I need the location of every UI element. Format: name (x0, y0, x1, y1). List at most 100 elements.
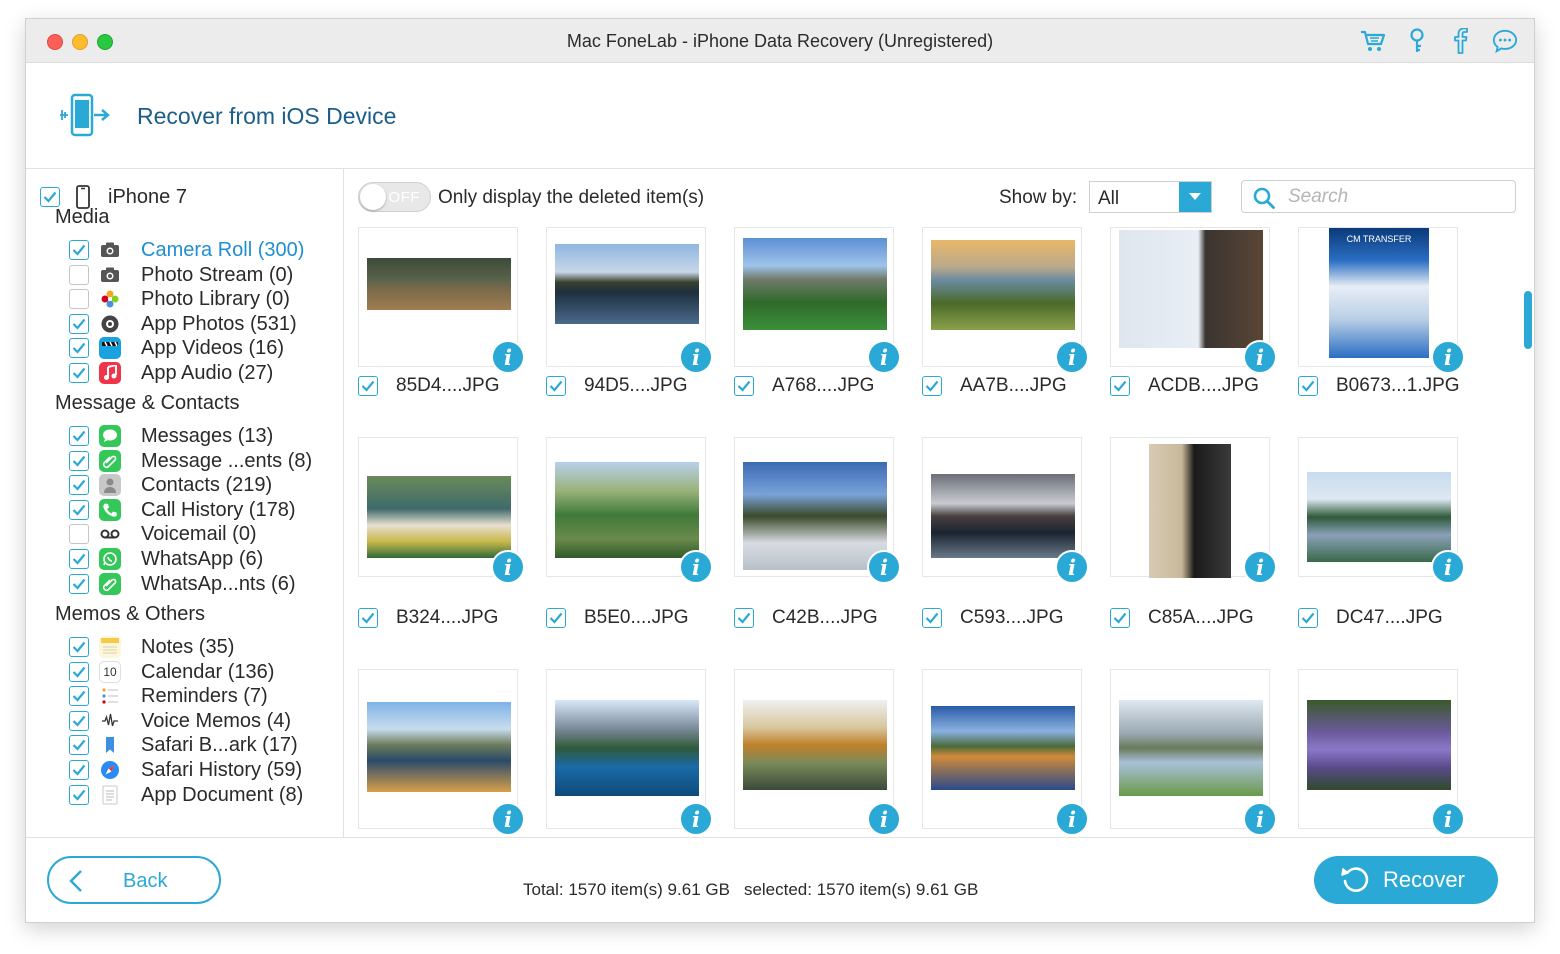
category-checkbox[interactable] (69, 363, 89, 383)
info-icon[interactable]: i (1243, 340, 1277, 374)
grid-scrollbar[interactable] (1524, 291, 1532, 349)
photo-tile[interactable]: i (734, 227, 901, 374)
facebook-icon[interactable] (1448, 27, 1474, 55)
photo-tile[interactable]: i (922, 669, 1089, 836)
category-item[interactable]: App Videos (16) (69, 336, 284, 360)
category-checkbox[interactable] (69, 240, 89, 260)
photo-tile[interactable]: i (1110, 227, 1277, 374)
photo-tile[interactable]: i (546, 227, 713, 374)
category-checkbox[interactable] (69, 289, 89, 309)
info-icon[interactable]: i (679, 550, 713, 584)
chat-icon[interactable] (1492, 27, 1518, 55)
photo-tile[interactable]: i (358, 227, 525, 374)
photo-tile[interactable]: i (734, 669, 901, 836)
photo-tile[interactable]: i (546, 437, 713, 584)
category-checkbox[interactable] (69, 524, 89, 544)
photo-checkbox[interactable] (358, 608, 378, 628)
category-item[interactable]: 10 Calendar (136) (69, 660, 274, 684)
info-icon[interactable]: i (679, 340, 713, 374)
cart-icon[interactable] (1360, 27, 1386, 55)
category-item[interactable]: Safari History (59) (69, 758, 302, 782)
info-icon[interactable]: i (491, 340, 525, 374)
photo-checkbox[interactable] (734, 608, 754, 628)
photo-tile[interactable]: i (1298, 437, 1465, 584)
category-checkbox[interactable] (69, 711, 89, 731)
category-item[interactable]: Voicemail (0) (69, 522, 257, 546)
category-item[interactable]: Safari B...ark (17) (69, 733, 298, 757)
photo-checkbox[interactable] (546, 608, 566, 628)
category-item[interactable]: Call History (178) (69, 498, 295, 522)
category-item[interactable]: WhatsApp (6) (69, 547, 263, 571)
chevron-down-icon[interactable] (1179, 182, 1211, 212)
category-checkbox[interactable] (69, 426, 89, 446)
category-checkbox[interactable] (69, 314, 89, 334)
category-item[interactable]: Camera Roll (300) (69, 238, 304, 262)
back-button[interactable]: Back (47, 856, 221, 904)
info-icon[interactable]: i (867, 550, 901, 584)
info-icon[interactable]: i (491, 802, 525, 836)
photo-checkbox[interactable] (922, 608, 942, 628)
photo-tile[interactable]: i (1110, 669, 1277, 836)
photo-tile[interactable]: i (358, 669, 525, 836)
category-item[interactable]: App Photos (531) (69, 312, 297, 336)
category-item[interactable]: Reminders (7) (69, 684, 268, 708)
category-checkbox[interactable] (69, 451, 89, 471)
info-icon[interactable]: i (867, 802, 901, 836)
photo-checkbox[interactable] (546, 376, 566, 396)
search-input[interactable] (1288, 185, 1498, 209)
info-icon[interactable]: i (867, 340, 901, 374)
category-checkbox[interactable] (69, 265, 89, 285)
photo-checkbox[interactable] (1298, 376, 1318, 396)
info-icon[interactable]: i (679, 802, 713, 836)
recover-button[interactable]: Recover (1314, 856, 1498, 904)
photo-checkbox[interactable] (1298, 608, 1318, 628)
category-checkbox[interactable] (69, 637, 89, 657)
info-icon[interactable]: i (1055, 340, 1089, 374)
category-item[interactable]: App Document (8) (69, 783, 303, 807)
info-icon[interactable]: i (1055, 550, 1089, 584)
category-checkbox[interactable] (69, 500, 89, 520)
info-icon[interactable]: i (1431, 550, 1465, 584)
search-box[interactable] (1241, 180, 1516, 213)
photo-tile[interactable]: i (1298, 669, 1465, 836)
photo-checkbox[interactable] (1110, 376, 1130, 396)
photo-tile[interactable]: i (1110, 437, 1277, 584)
info-icon[interactable]: i (1243, 802, 1277, 836)
category-checkbox[interactable] (69, 574, 89, 594)
photo-checkbox[interactable] (358, 376, 378, 396)
category-item[interactable]: Messages (13) (69, 424, 273, 448)
category-checkbox[interactable] (69, 760, 89, 780)
photo-tile[interactable]: i (546, 669, 713, 836)
category-checkbox[interactable] (69, 549, 89, 569)
category-item[interactable]: Photo Library (0) (69, 287, 290, 311)
info-icon[interactable]: i (1431, 340, 1465, 374)
category-item[interactable]: Contacts (219) (69, 473, 272, 497)
device-checkbox[interactable] (40, 187, 60, 207)
key-icon[interactable] (1404, 27, 1430, 55)
info-icon[interactable]: i (1055, 802, 1089, 836)
category-checkbox[interactable] (69, 785, 89, 805)
category-checkbox[interactable] (69, 662, 89, 682)
info-icon[interactable]: i (1243, 550, 1277, 584)
photo-tile[interactable]: i (922, 227, 1089, 374)
show-by-dropdown[interactable]: All (1089, 181, 1212, 213)
category-item[interactable]: Photo Stream (0) (69, 263, 293, 287)
category-checkbox[interactable] (69, 338, 89, 358)
category-checkbox[interactable] (69, 686, 89, 706)
deleted-only-toggle[interactable]: OFF (358, 182, 431, 212)
category-item[interactable]: Voice Memos (4) (69, 709, 291, 733)
category-item[interactable]: Message ...ents (8) (69, 449, 312, 473)
photo-tile[interactable]: i (734, 437, 901, 584)
category-item[interactable]: App Audio (27) (69, 361, 273, 385)
info-icon[interactable]: i (491, 550, 525, 584)
info-icon[interactable]: i (1431, 802, 1465, 836)
category-item[interactable]: WhatsAp...nts (6) (69, 572, 296, 596)
photo-tile[interactable]: i (358, 437, 525, 584)
photo-tile[interactable]: CM TRANSFER i (1298, 227, 1465, 374)
photo-checkbox[interactable] (922, 376, 942, 396)
photo-checkbox[interactable] (1110, 608, 1130, 628)
category-checkbox[interactable] (69, 735, 89, 755)
photo-checkbox[interactable] (734, 376, 754, 396)
category-checkbox[interactable] (69, 475, 89, 495)
category-item[interactable]: Notes (35) (69, 635, 234, 659)
